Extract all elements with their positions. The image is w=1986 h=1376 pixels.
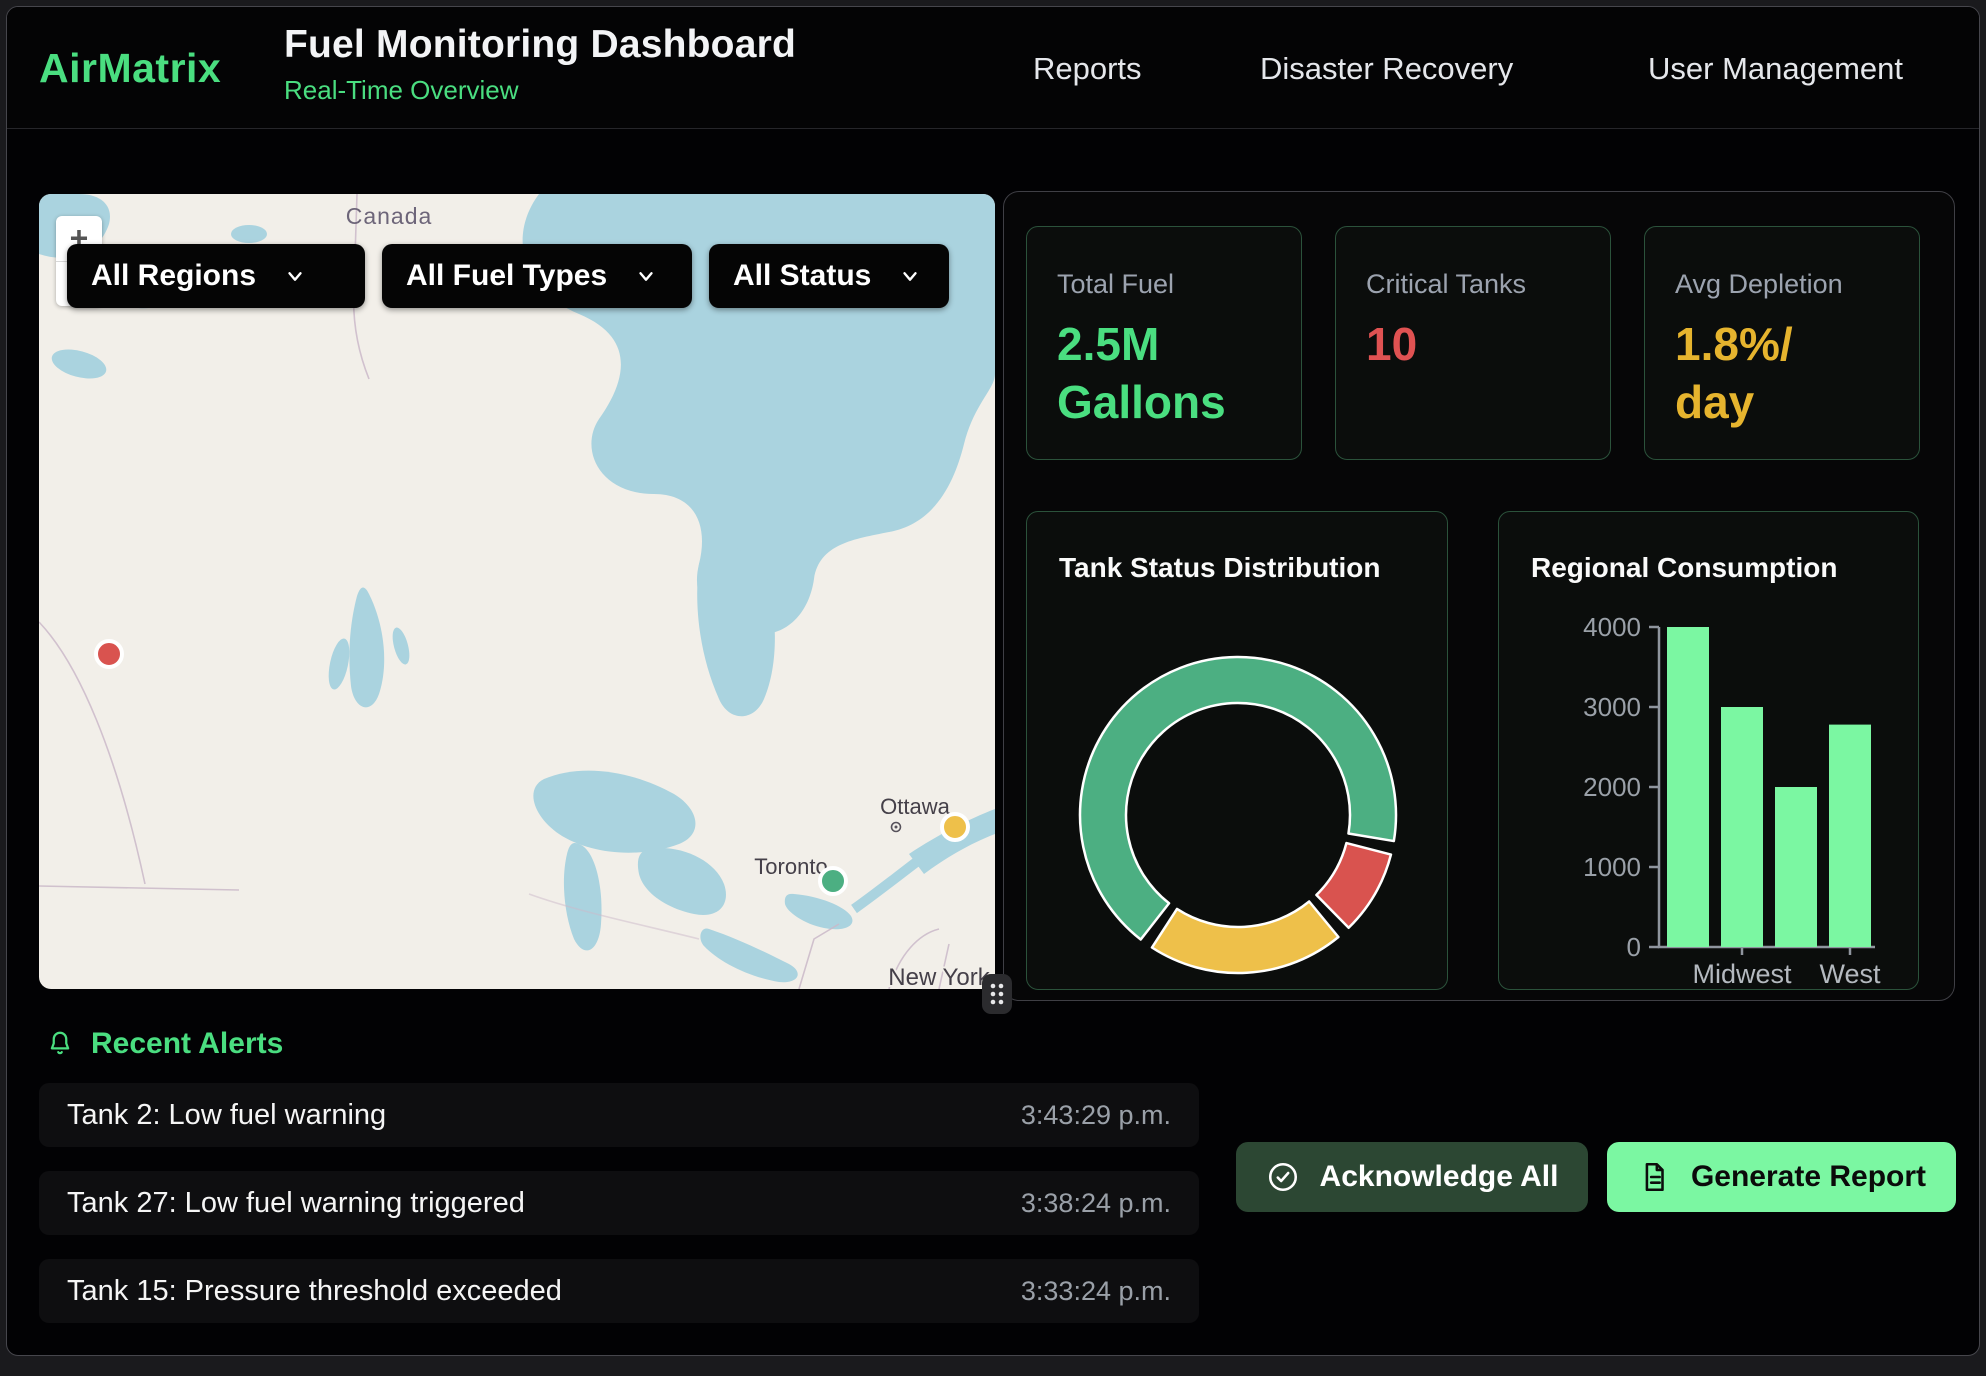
recent-alerts-title: Recent Alerts <box>91 1027 283 1061</box>
y-tick-label: 1000 <box>1583 852 1641 882</box>
y-tick-label: 2000 <box>1583 772 1641 802</box>
regional-consumption-bar-chart: 0 1000 2000 3000 4000 Midwest West <box>1499 512 1920 991</box>
kpi-value: 2.5M Gallons <box>1057 316 1271 431</box>
james-bay <box>697 546 775 716</box>
tank-status-donut-chart <box>1071 648 1405 982</box>
acknowledge-all-button[interactable]: Acknowledge All <box>1236 1142 1588 1212</box>
lake-erie <box>700 929 797 983</box>
recent-alerts-heading: Recent Alerts <box>45 1027 283 1061</box>
map-label-ottawa: Ottawa <box>880 794 950 819</box>
page-title: Fuel Monitoring Dashboard <box>284 23 796 67</box>
map-label-new-york: New York <box>888 964 990 989</box>
map-water-shapes <box>39 194 995 982</box>
chevron-down-icon <box>635 265 657 287</box>
document-icon <box>1637 1160 1671 1194</box>
tank-status-card: Tank Status Distribution <box>1026 511 1448 990</box>
lake-michigan <box>564 843 602 950</box>
generate-report-label: Generate Report <box>1691 1160 1926 1194</box>
drag-dots-icon <box>982 974 1012 1014</box>
alert-text: Tank 27: Low fuel warning triggered <box>67 1187 525 1220</box>
acknowledge-all-label: Acknowledge All <box>1320 1160 1559 1194</box>
lake-superior <box>533 771 695 853</box>
bell-icon <box>45 1029 75 1059</box>
check-circle-icon <box>1266 1160 1300 1194</box>
kpi-critical-tanks: Critical Tanks 10 <box>1335 226 1611 460</box>
dashboard-window: AirMatrix Fuel Monitoring Dashboard Real… <box>6 6 1980 1356</box>
alert-time: 3:33:24 p.m. <box>1021 1276 1171 1307</box>
fuel-type-filter-dropdown[interactable]: All Fuel Types <box>382 244 692 308</box>
alert-row[interactable]: Tank 15: Pressure threshold exceeded 3:3… <box>39 1259 1199 1323</box>
tank-marker-critical[interactable] <box>96 641 122 667</box>
bar-2 <box>1775 787 1817 947</box>
donut-segment-warning <box>1152 901 1338 973</box>
chevron-down-icon <box>284 265 306 287</box>
lake-winnipeg <box>349 588 384 708</box>
alert-text: Tank 2: Low fuel warning <box>67 1099 386 1132</box>
page-subtitle: Real-Time Overview <box>284 75 796 106</box>
donut-segment-critical <box>1316 843 1391 928</box>
tank-status-title: Tank Status Distribution <box>1059 552 1381 584</box>
regional-consumption-card: Regional Consumption 01000200030004000Mi… <box>1498 511 1919 990</box>
alert-row[interactable]: Tank 27: Low fuel warning triggered 3:38… <box>39 1171 1199 1235</box>
lake-ontario <box>785 894 853 929</box>
generate-report-button[interactable]: Generate Report <box>1607 1142 1956 1212</box>
alert-time: 3:38:24 p.m. <box>1021 1188 1171 1219</box>
map-label-toronto: Toronto <box>754 854 827 879</box>
region-filter-value: All Regions <box>91 259 256 293</box>
nav-user-management[interactable]: User Management <box>1648 51 1903 87</box>
header: AirMatrix Fuel Monitoring Dashboard Real… <box>7 7 1979 129</box>
status-filter-dropdown[interactable]: All Status <box>709 244 949 308</box>
status-filter-value: All Status <box>733 259 871 293</box>
title-block: Fuel Monitoring Dashboard Real-Time Over… <box>284 23 796 106</box>
map-canvas: Canada Ottawa Toronto New York <box>39 194 995 989</box>
tank-marker-normal[interactable] <box>820 868 846 894</box>
app-logo: AirMatrix <box>39 45 221 92</box>
tank-marker-warning[interactable] <box>942 814 968 840</box>
alert-text: Tank 15: Pressure threshold exceeded <box>67 1275 562 1308</box>
stats-panel: Total Fuel 2.5M Gallons Critical Tanks 1… <box>1003 191 1955 1001</box>
lake-huron <box>638 848 726 915</box>
kpi-label: Total Fuel <box>1057 269 1271 300</box>
kpi-value: 10 <box>1366 316 1580 374</box>
x-tick-label: Midwest <box>1692 959 1792 989</box>
x-tick-label: West <box>1819 959 1881 989</box>
alert-row[interactable]: Tank 2: Low fuel warning 3:43:29 p.m. <box>39 1083 1199 1147</box>
nav-disaster-recovery[interactable]: Disaster Recovery <box>1260 51 1513 87</box>
alert-time: 3:43:29 p.m. <box>1021 1100 1171 1131</box>
map-label-canada: Canada <box>346 203 433 229</box>
chevron-down-icon <box>899 265 921 287</box>
kpi-label: Critical Tanks <box>1366 269 1580 300</box>
bar-0 <box>1667 627 1709 947</box>
map-filter-row: All Regions All Fuel Types All Status <box>67 244 949 308</box>
kpi-total-fuel: Total Fuel 2.5M Gallons <box>1026 226 1302 460</box>
y-tick-label: 0 <box>1627 932 1641 962</box>
y-tick-label: 4000 <box>1583 612 1641 642</box>
nav-reports[interactable]: Reports <box>1033 51 1142 87</box>
y-tick-label: 3000 <box>1583 692 1641 722</box>
kpi-label: Avg Depletion <box>1675 269 1889 300</box>
bar-1 <box>1721 707 1763 947</box>
fuel-map[interactable]: Canada Ottawa Toronto New York + − All R… <box>39 194 995 989</box>
resize-drag-handle[interactable] <box>982 974 1012 1014</box>
region-filter-dropdown[interactable]: All Regions <box>67 244 365 308</box>
kpi-avg-depletion: Avg Depletion 1.8%/ day <box>1644 226 1920 460</box>
fuel-type-filter-value: All Fuel Types <box>406 259 607 293</box>
bar-3 <box>1829 725 1871 947</box>
kpi-value: 1.8%/ day <box>1675 316 1889 431</box>
